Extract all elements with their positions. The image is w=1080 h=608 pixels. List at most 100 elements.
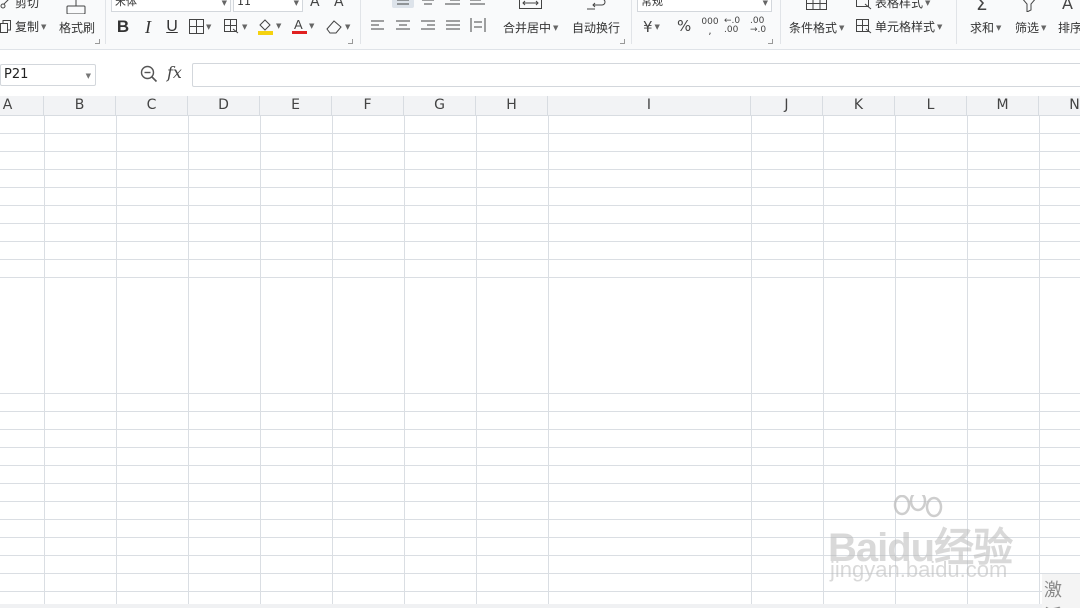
sum-button[interactable]: 求和 ▼	[970, 19, 1001, 36]
merge-center-icon[interactable]	[519, 0, 543, 13]
conditional-format-icon[interactable]	[806, 0, 828, 14]
paint-bucket-icon	[258, 19, 273, 35]
borders-button[interactable]: ▼	[189, 19, 211, 34]
horizontal-scrollbar[interactable]	[0, 604, 1080, 608]
chevron-down-icon: ▼	[221, 0, 227, 7]
column-header-b[interactable]: B	[44, 96, 116, 116]
cut-label: 剪切	[15, 0, 40, 10]
currency-button[interactable]: ¥ ▼	[643, 18, 660, 36]
copy-button[interactable]: 复制 ▼	[0, 18, 46, 35]
row-gridline	[0, 483, 1080, 484]
thousands-separator-button[interactable]: 000,	[700, 18, 720, 37]
distributed-button[interactable]	[470, 17, 486, 36]
clipboard-launcher[interactable]	[95, 39, 100, 44]
border-icon	[189, 19, 204, 34]
percent-button[interactable]: %	[677, 17, 691, 35]
format-painter-label[interactable]: 格式刷	[59, 19, 95, 36]
cut-button[interactable]: 剪切	[0, 0, 39, 11]
column-header-d[interactable]: D	[188, 96, 260, 116]
chevron-down-icon: ▼	[206, 22, 212, 31]
clear-button[interactable]: ▼	[326, 19, 350, 34]
filter-button[interactable]: 筛选 ▼	[1015, 19, 1046, 36]
table-style-icon	[856, 0, 872, 9]
column-header-g[interactable]: G	[404, 96, 476, 116]
copy-icon	[0, 19, 11, 33]
chevron-down-icon[interactable]: ▼	[86, 66, 91, 86]
column-header-k[interactable]: K	[823, 96, 895, 116]
font-size-value: 11	[237, 0, 251, 8]
cell-style-button[interactable]: 单元格样式 ▼	[856, 18, 942, 35]
align-middle-button[interactable]	[419, 0, 437, 11]
decrease-decimal-button[interactable]: .00 →.0	[750, 17, 766, 35]
function-icon[interactable]: fx	[167, 63, 182, 82]
column-header-c[interactable]: C	[116, 96, 188, 116]
cell-style-label: 单元格样式	[875, 20, 936, 34]
filter-icon[interactable]	[1020, 0, 1038, 15]
column-gridline	[476, 116, 477, 608]
sum-icon[interactable]: Σ	[976, 0, 987, 15]
column-header-m[interactable]: M	[967, 96, 1039, 116]
format-painter-icon[interactable]	[66, 0, 86, 14]
font-name-select[interactable]: 宋体 ▼	[111, 0, 231, 12]
fill-color-button[interactable]: ▼	[257, 17, 281, 35]
chevron-down-icon[interactable]: ▼	[41, 23, 46, 31]
group-divider	[105, 0, 106, 44]
cell-style-quick-button[interactable]: ▼	[224, 19, 247, 34]
font-size-select[interactable]: 11 ▼	[233, 0, 303, 12]
column-gridline	[895, 116, 896, 608]
row-gridline	[0, 151, 1080, 152]
column-header-j[interactable]: J	[751, 96, 823, 116]
cell-reference: P21	[4, 67, 29, 82]
number-format-select[interactable]: 常规 ▼	[637, 0, 772, 12]
decrease-indent-button[interactable]	[444, 0, 462, 11]
align-top-button[interactable]	[392, 0, 414, 8]
chevron-down-icon: ▼	[1041, 23, 1047, 32]
column-header-i[interactable]: I	[548, 96, 751, 116]
font-color-button[interactable]: A ▼	[292, 17, 314, 35]
bold-button[interactable]: B	[112, 17, 134, 37]
chevron-down-icon: ▼	[242, 22, 248, 31]
conditional-format-button[interactable]: 条件格式 ▼	[789, 19, 844, 36]
font-launcher[interactable]	[348, 39, 353, 44]
increase-font-button[interactable]: A^	[310, 0, 326, 10]
font-name-value: 宋体	[115, 0, 137, 8]
formula-input[interactable]	[192, 63, 1080, 87]
number-launcher[interactable]	[768, 39, 773, 44]
chevron-down-icon: ▼	[762, 0, 768, 7]
column-header-n[interactable]: N	[1039, 96, 1080, 116]
column-gridline	[188, 116, 189, 608]
column-header-l[interactable]: L	[895, 96, 967, 116]
align-right-button[interactable]	[420, 19, 436, 36]
italic-button[interactable]: I	[137, 17, 159, 37]
column-header-a[interactable]: A	[0, 96, 44, 116]
sort-icon[interactable]: A	[1062, 0, 1073, 13]
decrease-font-button[interactable]: Aˇ	[334, 0, 348, 10]
column-header-f[interactable]: F	[332, 96, 404, 116]
underline-button[interactable]: U	[161, 17, 183, 37]
column-headers: A B C D E F G H I J K L M N	[0, 96, 1080, 116]
align-center-button[interactable]	[395, 19, 411, 36]
name-box[interactable]: P21 ▼	[0, 64, 96, 86]
svg-text:A: A	[294, 17, 303, 32]
merge-center-button[interactable]: 合并居中 ▼	[503, 19, 558, 36]
zoom-icon[interactable]	[140, 65, 158, 86]
justify-button[interactable]	[445, 19, 461, 36]
column-header-h[interactable]: H	[476, 96, 548, 116]
column-header-e[interactable]: E	[260, 96, 332, 116]
group-divider	[631, 0, 632, 44]
cell-grid[interactable]	[0, 116, 1080, 608]
wrap-text-label[interactable]: 自动换行	[572, 19, 620, 36]
increase-indent-button[interactable]	[469, 0, 487, 11]
increase-decimal-button[interactable]: ←.0 .00	[724, 17, 740, 35]
scissors-icon	[0, 0, 9, 8]
alignment-launcher[interactable]	[620, 39, 625, 44]
table-style-button[interactable]: 表格样式 ▼	[856, 0, 930, 11]
chevron-down-icon: ▼	[309, 22, 315, 30]
row-gridline	[0, 465, 1080, 466]
column-gridline	[1039, 116, 1040, 608]
sum-label: 求和	[970, 21, 995, 35]
column-gridline	[751, 116, 752, 608]
sort-label[interactable]: 排序	[1058, 19, 1080, 36]
wrap-text-icon[interactable]	[585, 0, 607, 15]
align-left-button[interactable]	[370, 19, 386, 36]
